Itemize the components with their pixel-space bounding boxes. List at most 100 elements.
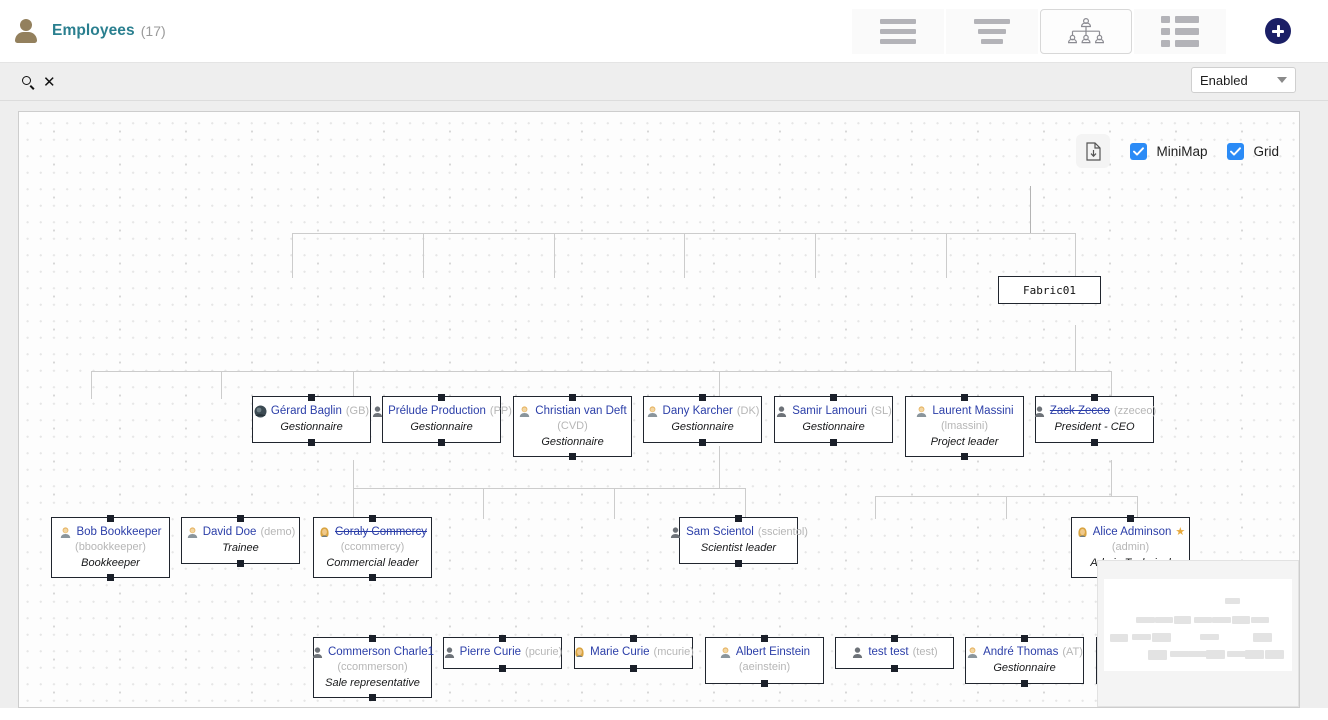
- grid-checkbox[interactable]: [1227, 143, 1244, 160]
- search-icon[interactable]: [22, 76, 34, 88]
- org-node[interactable]: Sam Scientol(sscientol)Scientist leader: [679, 517, 798, 564]
- search-toolbar: ✕ Enabled: [0, 63, 1328, 101]
- connector-line: [719, 446, 720, 488]
- node-port-bottom: [735, 560, 742, 567]
- connector-line: [91, 371, 92, 399]
- node-job-title: Bookkeeper: [58, 557, 163, 569]
- node-job-title: Project leader: [912, 436, 1017, 448]
- status-filter[interactable]: Enabled: [1191, 67, 1296, 93]
- node-port-bottom: [830, 439, 837, 446]
- org-node[interactable]: Albert Einstein(aeinstein): [705, 637, 824, 684]
- header-left: Employees (17): [0, 18, 166, 44]
- export-file-button[interactable]: [1076, 134, 1110, 168]
- node-job-title: Commercial leader: [320, 557, 425, 569]
- node-login: (sscientol): [758, 525, 808, 539]
- org-node[interactable]: Gérard Baglin(GB)Gestionnaire: [252, 396, 371, 443]
- avatar: [851, 646, 864, 659]
- node-port-top: [1091, 394, 1098, 401]
- node-login: (DK): [737, 404, 760, 418]
- node-login: (CVD): [557, 420, 588, 432]
- connector-line: [875, 496, 876, 519]
- node-job-title: Trainee: [188, 542, 293, 554]
- org-node[interactable]: test test(test): [835, 637, 954, 669]
- compact-list-view-button[interactable]: [946, 9, 1038, 54]
- org-node[interactable]: Christian van Deft(CVD)Gestionnaire: [513, 396, 632, 457]
- node-login: (demo): [260, 525, 295, 539]
- org-node[interactable]: Prélude Production(PP)Gestionnaire: [382, 396, 501, 443]
- node-login: (ccommerson): [337, 661, 407, 673]
- minimap-node: [1200, 634, 1219, 640]
- node-person-name: André Thomas: [983, 645, 1058, 659]
- avatar: [186, 526, 199, 539]
- org-node[interactable]: David Doe(demo) Trainee: [181, 517, 300, 564]
- add-employee-button[interactable]: [1228, 0, 1328, 62]
- node-port-bottom: [499, 665, 506, 672]
- org-node[interactable]: Bob Bookkeeper(bbookkeeper)Bookkeeper: [51, 517, 170, 578]
- node-job-title: Sale representative: [320, 677, 425, 689]
- grid-view-button[interactable]: [1134, 9, 1226, 54]
- node-port-top: [830, 394, 837, 401]
- node-person-name: Laurent Massini: [932, 404, 1013, 418]
- node-person-name: David Doe: [203, 525, 257, 539]
- node-login: (zzeceo): [1114, 404, 1156, 418]
- avatar: [719, 646, 732, 659]
- minimap-checkbox[interactable]: [1130, 143, 1147, 160]
- minimap-node: [1188, 651, 1207, 657]
- minimap-node: [1206, 650, 1225, 659]
- node-person-name: Samir Lamouri: [792, 404, 867, 418]
- org-chart-view-button[interactable]: [1040, 9, 1132, 54]
- chevron-down-icon: [1277, 77, 1287, 83]
- minimap-node: [1110, 634, 1128, 642]
- plus-circle-icon: [1265, 18, 1291, 44]
- avatar: [915, 405, 928, 418]
- connector-line: [1111, 460, 1112, 496]
- node-job-title: President - CEO: [1042, 421, 1147, 433]
- node-login: (admin): [1112, 541, 1149, 553]
- org-chart-canvas[interactable]: MiniMap Grid Fabric01 Gérard Baglin(GB)Ge…: [18, 111, 1300, 708]
- node-person-name: Alice Adminson: [1093, 525, 1172, 539]
- node-port-top: [891, 635, 898, 642]
- search-controls: ✕: [0, 76, 56, 88]
- minimap-node: [1232, 616, 1250, 624]
- org-node[interactable]: Zack Zeceo(zzeceo)President - CEO: [1035, 396, 1154, 443]
- node-port-top: [630, 635, 637, 642]
- canvas-toolbar: MiniMap Grid: [1076, 134, 1279, 168]
- node-port-top: [308, 394, 315, 401]
- minimap-node: [1245, 650, 1264, 659]
- minimap-node: [1227, 651, 1246, 657]
- close-icon[interactable]: ✕: [43, 76, 56, 88]
- node-login: (lmassini): [941, 420, 988, 432]
- minimap[interactable]: [1097, 560, 1299, 707]
- org-node-root[interactable]: Fabric01: [998, 276, 1101, 304]
- org-node[interactable]: Marie Curie(mcurie): [574, 637, 693, 669]
- connector-line: [1137, 496, 1138, 519]
- header-toolbar: [852, 0, 1328, 62]
- node-job-title: Gestionnaire: [259, 421, 364, 433]
- org-node[interactable]: Pierre Curie(pcurie): [443, 637, 562, 669]
- avatar: [966, 646, 979, 659]
- connector-line: [719, 371, 720, 399]
- status-filter-value: Enabled: [1200, 73, 1277, 88]
- connector-line: [946, 233, 947, 278]
- node-job-title: Gestionnaire: [650, 421, 755, 433]
- node-login: (bbookkeeper): [75, 541, 146, 553]
- minimap-node: [1136, 617, 1155, 623]
- connector-line: [1030, 186, 1031, 233]
- node-port-bottom: [569, 453, 576, 460]
- node-port-bottom: [438, 439, 445, 446]
- org-node[interactable]: Laurent Massini (lmassini) Project leader: [905, 396, 1024, 457]
- org-node[interactable]: Dany Karcher (DK) Gestionnaire: [643, 396, 762, 443]
- minimap-node: [1170, 651, 1189, 657]
- node-login: (aeinstein): [739, 661, 790, 673]
- list-view-button[interactable]: [852, 9, 944, 54]
- minimap-node: [1174, 616, 1191, 624]
- connector-line: [815, 233, 816, 278]
- org-node[interactable]: André Thomas(AT)Gestionnaire: [965, 637, 1084, 684]
- org-node[interactable]: Commerson Charle1(ccommerson)Sale repres…: [313, 637, 432, 698]
- node-person-name: Dany Karcher: [663, 404, 733, 418]
- employee-count: (17): [141, 23, 166, 39]
- org-node[interactable]: Samir Lamouri(SL)Gestionnaire: [774, 396, 893, 443]
- node-port-top: [369, 515, 376, 522]
- node-job-title: Gestionnaire: [389, 421, 494, 433]
- org-node[interactable]: Coraly Commercy(ccommercy)Commercial lea…: [313, 517, 432, 578]
